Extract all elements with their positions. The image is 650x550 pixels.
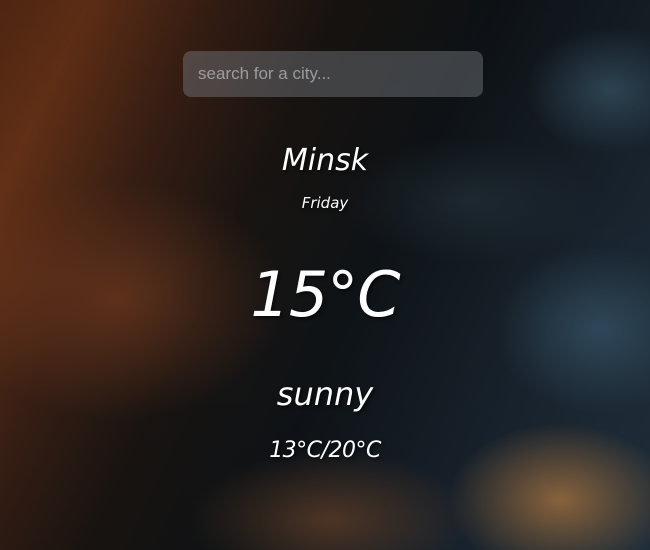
search-input[interactable]: [183, 51, 483, 97]
day-of-week: Friday: [301, 194, 349, 212]
temperature-range: 13°C/20°C: [269, 438, 381, 463]
city-name: Minsk: [281, 143, 369, 178]
search-box[interactable]: [183, 51, 483, 97]
current-temperature: 15°C: [250, 258, 400, 331]
weather-condition: sunny: [276, 375, 374, 413]
